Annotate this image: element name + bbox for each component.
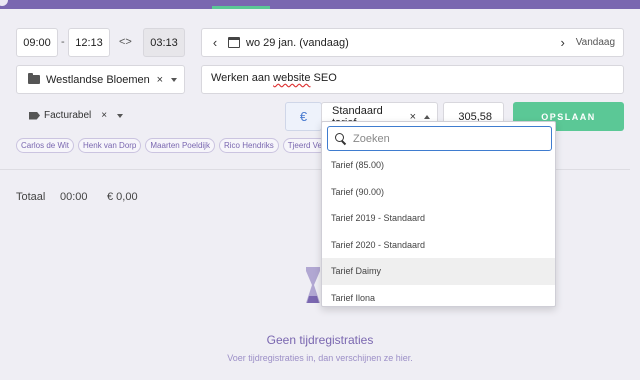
rate-option[interactable]: Tarief 2020 - Standaard	[322, 232, 555, 259]
end-time-value: 12:13	[75, 36, 103, 49]
calendar-icon	[228, 37, 240, 48]
time-separator: -	[61, 36, 65, 48]
duration-value: 03:13	[150, 36, 178, 49]
person-chip[interactable]: Henk van Dorp	[78, 138, 142, 153]
tag-icon	[29, 111, 40, 120]
active-tab-indicator	[212, 6, 270, 9]
euro-icon: €	[299, 109, 308, 124]
totals-time: 00:00	[60, 191, 88, 203]
swap-time-mode-icon[interactable]: <>	[119, 36, 132, 48]
end-time-input[interactable]: 12:13	[68, 28, 110, 57]
rate-option[interactable]: Tarief (90.00)	[322, 179, 555, 206]
app-logo	[0, 0, 8, 6]
chevron-right-icon[interactable]: ›	[550, 35, 576, 50]
description-suffix: SEO	[310, 72, 337, 84]
duration-display[interactable]: 03:13	[143, 28, 185, 57]
today-button[interactable]: Vandaag	[576, 37, 623, 48]
rate-options-list: Tarief (85.00) Tarief (90.00) Tarief 201…	[322, 152, 555, 311]
empty-state-title: Geen tijdregistraties	[266, 333, 374, 347]
clear-billable-icon[interactable]: ×	[101, 110, 107, 121]
empty-state-subtitle: Voer tijdregistraties in, dan verschijne…	[227, 353, 413, 363]
date-picker[interactable]: ‹ wo 29 jan. (vandaag) › Vandaag	[201, 28, 624, 57]
rate-option-highlighted[interactable]: Tarief Daimy	[322, 258, 555, 285]
rate-option[interactable]: Tarief Ilona	[322, 285, 555, 312]
start-time-value: 09:00	[23, 36, 51, 49]
rate-option[interactable]: Tarief 2019 - Standaard	[322, 205, 555, 232]
description-input[interactable]: Werken aan website SEO	[201, 65, 624, 94]
description-prefix: Werken aan	[211, 72, 274, 84]
hourglass-icon	[306, 267, 320, 303]
totals-label: Totaal	[16, 191, 46, 203]
rate-search-field[interactable]	[327, 126, 552, 151]
top-navigation-bar	[0, 0, 640, 9]
description-misspelled-word: website	[273, 72, 311, 84]
clear-project-icon[interactable]: ×	[157, 74, 163, 86]
totals-money: € 0,00	[107, 191, 138, 203]
start-time-input[interactable]: 09:00	[16, 28, 58, 57]
billable-select[interactable]: Facturabel ×	[29, 110, 130, 121]
chevron-left-icon[interactable]: ‹	[202, 35, 228, 50]
chevron-down-icon[interactable]	[117, 113, 124, 118]
folder-icon	[28, 73, 40, 84]
currency-toggle[interactable]: €	[285, 102, 322, 131]
person-chip[interactable]: Carlos de Wit	[16, 138, 75, 153]
billable-label: Facturabel	[44, 110, 92, 121]
rate-search-input[interactable]	[353, 132, 543, 145]
person-chip[interactable]: Rico Hendriks	[218, 138, 279, 153]
chevron-down-icon[interactable]	[171, 77, 177, 82]
project-select[interactable]: Westlandse Bloemen ×	[16, 65, 185, 94]
search-icon	[335, 132, 347, 145]
project-name: Westlandse Bloemen	[46, 73, 150, 86]
chevron-up-icon[interactable]	[424, 114, 430, 119]
rate-dropdown: Tarief (85.00) Tarief (90.00) Tarief 201…	[321, 121, 556, 307]
people-chips: Carlos de Wit Henk van Dorp Maarten Poel…	[16, 138, 331, 153]
rate-option[interactable]: Tarief (85.00)	[322, 152, 555, 179]
date-label[interactable]: wo 29 jan. (vandaag)	[246, 37, 550, 49]
person-chip[interactable]: Maarten Poeldijk	[145, 138, 215, 153]
